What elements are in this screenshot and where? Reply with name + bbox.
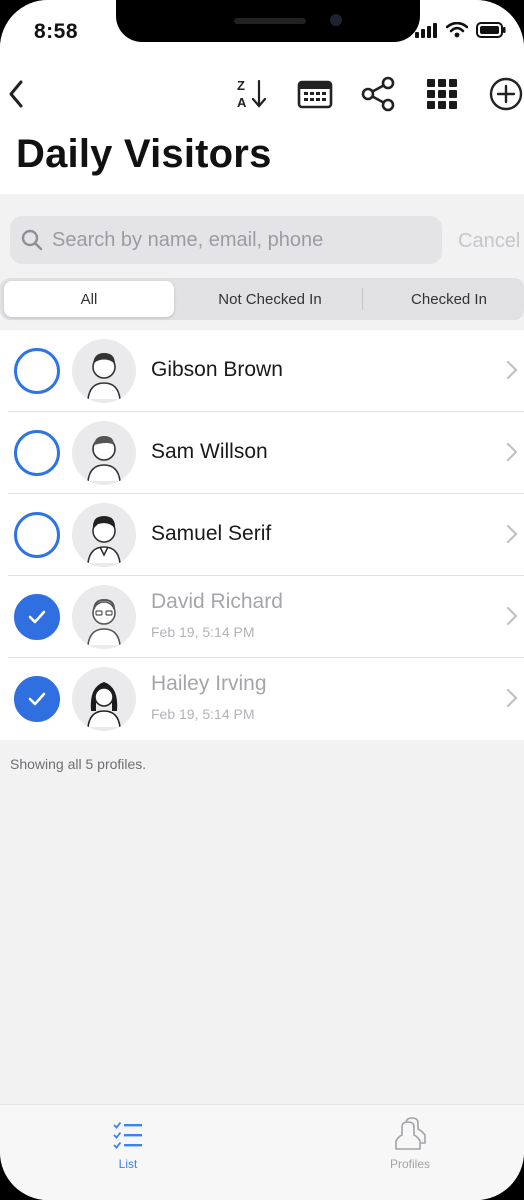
person-avatar-icon — [87, 682, 121, 728]
tab-bar: List Profiles — [0, 1104, 524, 1200]
cellular-signal-icon — [415, 23, 437, 38]
sort-button[interactable]: Z A — [230, 74, 270, 114]
visitor-list: Gibson Brown Sam Willson Samuel Serif Da… — [0, 330, 524, 740]
avatar — [72, 585, 136, 649]
status-bar: 8:58 — [0, 0, 524, 62]
search-icon — [21, 229, 43, 251]
avatar — [72, 503, 136, 567]
check-in-toggle[interactable] — [14, 676, 60, 722]
nav-bar: Z A — [0, 62, 524, 126]
visitor-row[interactable]: Hailey Irving Feb 19, 5:14 PM — [0, 658, 524, 740]
tab-profiles[interactable]: Profiles — [370, 1113, 450, 1173]
person-avatar-icon — [87, 598, 121, 646]
visitor-row[interactable]: Sam Willson — [0, 412, 524, 494]
tab-list-label: List — [118, 1157, 138, 1171]
check-in-toggle[interactable] — [14, 512, 60, 558]
status-icons — [414, 22, 506, 38]
profile-count-note: Showing all 5 profiles. — [10, 756, 147, 772]
visitor-name: Gibson Brown — [151, 358, 283, 381]
title-area: Daily Visitors — [0, 126, 524, 194]
filter-segmented-control: All Not Checked In Checked In — [0, 278, 524, 320]
wifi-icon — [446, 22, 468, 38]
visitor-name: David Richard — [151, 590, 283, 613]
chevron-right-icon — [507, 607, 518, 625]
svg-text:Z: Z — [237, 78, 245, 93]
phone-screen: 8:58 Z A Daily Visitors Search by name, … — [0, 0, 524, 1200]
visitor-name: Sam Willson — [151, 440, 268, 463]
grid-view-button[interactable] — [422, 74, 462, 114]
person-avatar-icon — [87, 353, 121, 400]
tab-list[interactable]: List — [88, 1113, 168, 1173]
svg-text:A: A — [237, 95, 247, 110]
calendar-button[interactable] — [295, 74, 335, 114]
segment-not-checked-in[interactable]: Not Checked In — [180, 281, 360, 317]
checkmark-icon — [28, 692, 46, 706]
search-input[interactable]: Search by name, email, phone — [10, 216, 442, 264]
grid-icon — [427, 79, 457, 109]
share-icon — [361, 76, 395, 112]
list-icon — [113, 1121, 142, 1149]
segment-checked-in[interactable]: Checked In — [364, 281, 524, 317]
cancel-button[interactable]: Cancel — [458, 230, 520, 253]
profiles-icon — [395, 1117, 426, 1150]
search-row: Search by name, email, phone Cancel — [0, 194, 524, 276]
person-avatar-icon — [87, 516, 121, 564]
calendar-icon — [297, 80, 333, 109]
segment-divider — [362, 288, 363, 310]
visitor-name: Hailey Irving — [151, 672, 267, 695]
visitor-name: Samuel Serif — [151, 522, 272, 545]
add-visitor-button[interactable] — [486, 74, 524, 114]
back-chevron-icon — [9, 80, 23, 108]
check-in-time: Feb 19, 5:14 PM — [151, 706, 255, 722]
speaker — [234, 18, 306, 24]
avatar — [72, 339, 136, 403]
back-button[interactable] — [0, 74, 36, 114]
sort-za-icon: Z A — [237, 78, 267, 110]
check-in-toggle[interactable] — [14, 348, 60, 394]
check-in-toggle[interactable] — [14, 594, 60, 640]
chevron-right-icon — [507, 525, 518, 543]
segment-all-label: All — [80, 290, 98, 308]
status-time: 8:58 — [34, 20, 79, 43]
segment-all[interactable]: All — [4, 281, 174, 317]
visitor-row[interactable]: Samuel Serif — [0, 494, 524, 576]
chevron-right-icon — [507, 443, 518, 461]
search-placeholder: Search by name, email, phone — [52, 229, 324, 251]
notch — [116, 0, 420, 42]
checkmark-icon — [28, 610, 46, 624]
check-in-toggle[interactable] — [14, 430, 60, 476]
tab-profiles-label: Profiles — [389, 1157, 430, 1171]
visitor-row[interactable]: David Richard Feb 19, 5:14 PM — [0, 576, 524, 658]
segment-not-checked-in-label: Not Checked In — [218, 290, 322, 308]
avatar — [72, 421, 136, 485]
share-button[interactable] — [358, 74, 398, 114]
visitor-row[interactable]: Gibson Brown — [0, 330, 524, 412]
person-avatar-icon — [87, 436, 121, 482]
page-title: Daily Visitors — [16, 132, 272, 176]
avatar — [72, 667, 136, 731]
camera — [330, 14, 342, 26]
add-circle-icon — [489, 77, 523, 111]
battery-icon — [476, 22, 506, 38]
segment-checked-in-label: Checked In — [411, 290, 487, 308]
check-in-time: Feb 19, 5:14 PM — [151, 624, 255, 640]
chevron-right-icon — [507, 689, 518, 707]
chevron-right-icon — [507, 361, 518, 379]
